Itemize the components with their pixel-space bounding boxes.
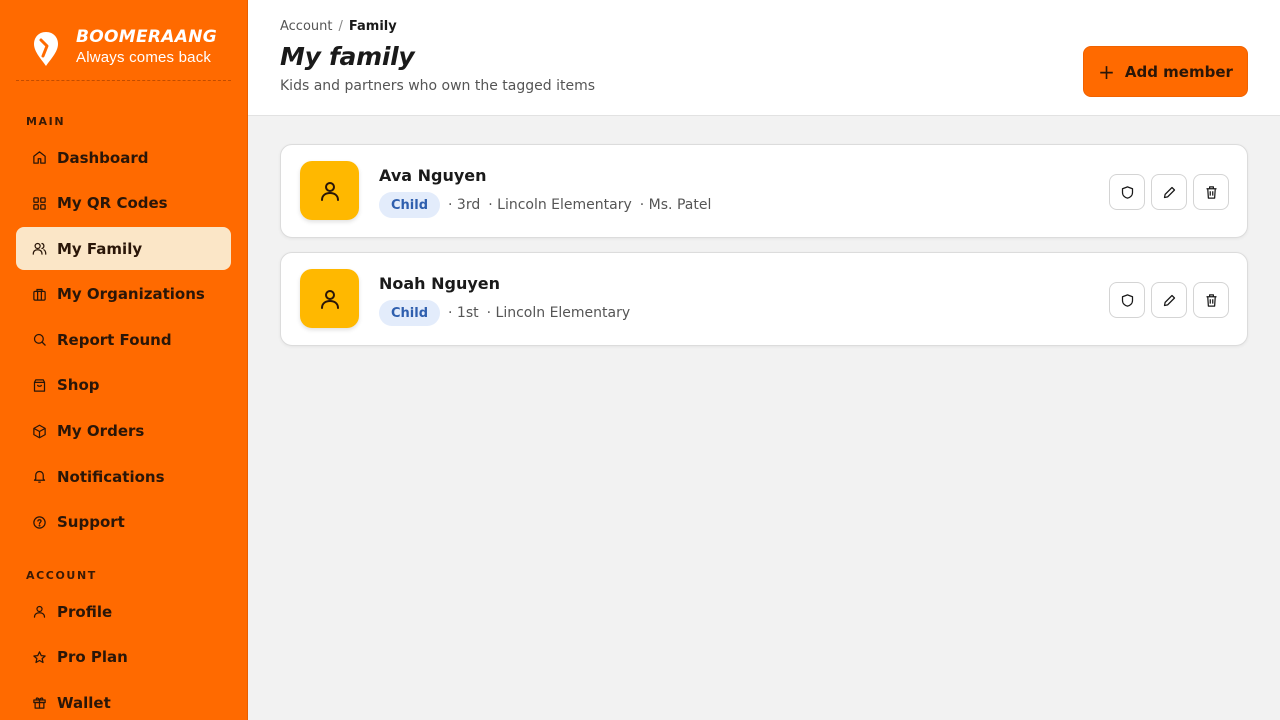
sidebar-item-shop[interactable]: Shop xyxy=(16,364,231,407)
avatar xyxy=(300,161,359,220)
section-label-main: MAIN xyxy=(26,115,66,128)
sidebar-item-label: My Organizations xyxy=(57,285,205,304)
breadcrumb: Account / Family xyxy=(280,19,397,34)
package-icon xyxy=(31,423,47,439)
sidebar-item-label: Report Found xyxy=(57,330,172,349)
member-name: Noah Nguyen xyxy=(379,274,501,293)
trash-icon xyxy=(1206,185,1216,199)
star-icon xyxy=(31,649,47,665)
edit-button[interactable] xyxy=(1151,174,1187,210)
member-school: Lincoln Elementary xyxy=(488,197,632,213)
sidebar-item-label: Notifications xyxy=(57,467,165,486)
bell-icon xyxy=(31,469,47,485)
sidebar: BOOMERAANG Always comes back MAIN Dashbo… xyxy=(0,0,248,720)
member-teacher: Ms. Patel xyxy=(640,197,712,213)
brand-tagline: Always comes back xyxy=(76,49,212,66)
shield-icon xyxy=(1121,293,1133,307)
brand-name: BOOMERAANG xyxy=(76,27,217,47)
account-nav: Profile Pro Plan Wallet xyxy=(16,590,231,720)
pencil-icon xyxy=(1163,186,1175,198)
users-icon xyxy=(31,241,47,257)
member-name: Ava Nguyen xyxy=(379,166,487,185)
member-school: Lincoln Elementary xyxy=(487,305,631,321)
sidebar-item-label: My QR Codes xyxy=(57,194,168,213)
delete-button[interactable] xyxy=(1193,174,1229,210)
shield-button[interactable] xyxy=(1109,174,1145,210)
sidebar-item-my-family[interactable]: My Family xyxy=(16,227,231,271)
sidebar-item-label: Dashboard xyxy=(57,148,149,167)
trash-icon xyxy=(1206,293,1216,307)
avatar xyxy=(300,269,359,328)
member-grade: 3rd xyxy=(448,197,480,213)
member-card[interactable]: Noah Nguyen Child 1st Lincoln Elementary xyxy=(280,252,1248,346)
breadcrumb-separator: / xyxy=(338,19,343,34)
shield-button[interactable] xyxy=(1109,282,1145,318)
gift-icon xyxy=(31,695,47,711)
sidebar-item-my-qr-codes[interactable]: My QR Codes xyxy=(16,182,231,225)
boomerang-logo-icon xyxy=(34,32,58,66)
page-header: Account / Family My family Kids and part… xyxy=(248,0,1280,116)
page-subtitle: Kids and partners who own the tagged ite… xyxy=(280,78,596,94)
sidebar-item-report-found[interactable]: Report Found xyxy=(16,318,231,361)
shield-icon xyxy=(1121,185,1133,199)
main-nav: Dashboard My QR Codes My Family My Organ… xyxy=(16,136,231,546)
member-actions xyxy=(1109,282,1229,318)
search-icon xyxy=(31,332,47,348)
delete-button[interactable] xyxy=(1193,282,1229,318)
sidebar-item-profile[interactable]: Profile xyxy=(16,590,231,633)
page-title: My family xyxy=(280,42,415,71)
grid-icon xyxy=(31,195,47,211)
edit-button[interactable] xyxy=(1151,282,1187,318)
sidebar-item-support[interactable]: Support xyxy=(16,501,231,544)
role-badge: Child xyxy=(379,300,441,326)
sidebar-item-label: Support xyxy=(57,513,125,532)
member-actions xyxy=(1109,174,1229,210)
help-circle-icon xyxy=(31,514,47,530)
user-icon xyxy=(320,289,339,309)
member-card[interactable]: Ava Nguyen Child 3rd Lincoln Elementary … xyxy=(280,144,1248,238)
add-member-label: Add member xyxy=(1124,62,1233,81)
role-badge: Child xyxy=(379,192,441,218)
sidebar-item-label: Pro Plan xyxy=(57,648,128,667)
section-label-account: ACCOUNT xyxy=(26,569,97,582)
sidebar-item-my-organizations[interactable]: My Organizations xyxy=(16,273,231,316)
sidebar-item-label: My Family xyxy=(57,239,143,258)
user-icon xyxy=(320,181,339,201)
sidebar-item-label: Wallet xyxy=(57,693,111,712)
member-list: Ava Nguyen Child 3rd Lincoln Elementary … xyxy=(280,144,1248,360)
pencil-icon xyxy=(1163,294,1175,306)
sidebar-item-pro-plan[interactable]: Pro Plan xyxy=(16,636,231,679)
sidebar-item-dashboard[interactable]: Dashboard xyxy=(16,136,231,179)
sidebar-item-label: Profile xyxy=(57,602,113,621)
member-meta: Child 1st Lincoln Elementary xyxy=(379,300,636,326)
member-grade: 1st xyxy=(448,305,479,321)
briefcase-icon xyxy=(31,286,47,302)
user-icon xyxy=(31,604,47,620)
brand[interactable]: BOOMERAANG Always comes back xyxy=(16,0,231,81)
sidebar-item-wallet[interactable]: Wallet xyxy=(16,681,231,720)
sidebar-item-my-orders[interactable]: My Orders xyxy=(16,410,231,453)
member-meta: Child 3rd Lincoln Elementary Ms. Patel xyxy=(379,192,717,218)
add-member-button[interactable]: + Add member xyxy=(1083,46,1248,97)
breadcrumb-item-family: Family xyxy=(348,19,397,34)
sidebar-item-label: Shop xyxy=(57,376,100,395)
sidebar-item-notifications[interactable]: Notifications xyxy=(16,455,231,498)
home-icon xyxy=(31,150,47,166)
shopping-bag-icon xyxy=(31,377,47,393)
plus-icon: + xyxy=(1098,59,1115,84)
sidebar-item-label: My Orders xyxy=(57,422,145,441)
breadcrumb-item-account[interactable]: Account xyxy=(280,19,333,34)
